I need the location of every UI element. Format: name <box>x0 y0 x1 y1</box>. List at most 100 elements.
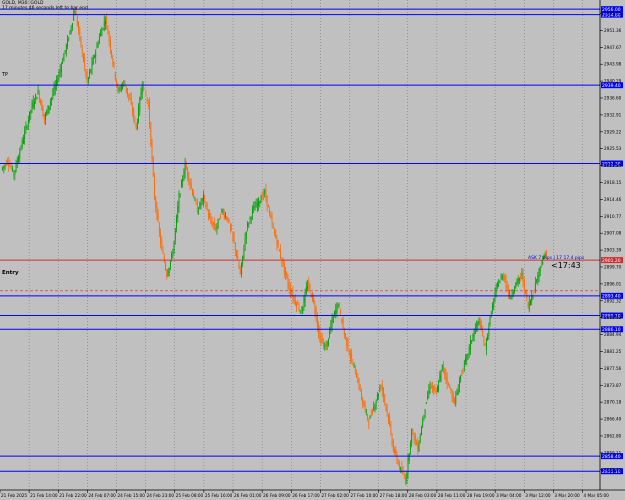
price-axis-label: 2862.80 <box>604 433 622 438</box>
candle-body <box>177 206 179 219</box>
candle-body <box>123 81 125 83</box>
candle-body <box>438 384 440 391</box>
candle-body <box>203 194 204 202</box>
candle-body <box>127 88 128 95</box>
candle-body <box>506 285 508 289</box>
candle-body <box>209 213 211 219</box>
candle-body <box>238 262 240 269</box>
candle-body <box>40 99 42 104</box>
candle-body <box>145 93 147 96</box>
candle-body <box>323 342 324 344</box>
candle-body <box>516 279 518 284</box>
candle-body <box>149 102 151 125</box>
candle-body <box>331 317 333 326</box>
candle-body <box>468 346 470 354</box>
candle-body <box>500 277 502 279</box>
candle-body <box>94 55 95 58</box>
candle-body <box>138 106 139 123</box>
price-axis-label: 2859.11 <box>604 450 622 455</box>
time-axis-label: 24 Feb 23:00 <box>147 493 175 498</box>
candle-body <box>385 403 387 408</box>
candle-body <box>80 36 82 47</box>
candle-body <box>327 338 329 346</box>
candle-body <box>270 215 272 218</box>
candle-body <box>305 287 307 294</box>
time-axis-label: 28 Feb 11:00 <box>438 493 466 498</box>
candle-body <box>400 467 402 470</box>
candle-body <box>90 69 92 73</box>
chart-window[interactable]: 2956.00 2954.80 2939.40 2922.30 2901.20 2893.… <box>0 0 625 500</box>
candle-body <box>120 86 122 88</box>
candle-body <box>3 165 5 168</box>
candle-body <box>538 268 540 277</box>
candle-body <box>216 225 218 230</box>
candle-body <box>430 385 432 389</box>
candle-body <box>220 216 222 218</box>
candle-body <box>288 283 290 291</box>
candle-body <box>31 102 33 111</box>
price-axis-label: 2940.29 <box>604 79 622 84</box>
candle-body <box>337 304 339 306</box>
candle-body <box>140 92 142 100</box>
candle-body <box>477 321 479 327</box>
time-axis-label: 24 Feb 07:00 <box>88 493 116 498</box>
candle-body <box>504 275 506 281</box>
candle-body <box>283 262 285 273</box>
candle-body <box>542 261 544 265</box>
price-axis-label: 2914.46 <box>604 197 622 202</box>
time-axis-label: 26 Feb 09:00 <box>263 493 291 498</box>
candle-body <box>444 368 446 376</box>
candle-body <box>119 89 121 91</box>
candle-body <box>179 193 181 195</box>
level-price-label: 2939.40 <box>602 83 621 89</box>
candle-body <box>256 202 258 209</box>
candle-body <box>527 303 529 307</box>
candle-body <box>114 72 116 80</box>
candle-body <box>182 179 184 183</box>
candle-body <box>139 97 141 112</box>
candle-body <box>316 316 318 327</box>
price-chart[interactable]: 2956.002954.802939.402922.302901.202893.… <box>0 0 625 500</box>
candle-body <box>278 249 280 252</box>
candle-body <box>389 416 391 426</box>
candle-body <box>228 221 230 223</box>
candle-body <box>501 275 503 281</box>
time-axis-label: 3 Mar 04:00 <box>496 493 522 498</box>
candle-body <box>391 434 393 444</box>
candle-body <box>196 203 198 214</box>
candle-body <box>346 337 348 347</box>
candle-body <box>495 286 497 293</box>
candle-body <box>372 411 373 414</box>
candle-body <box>358 380 360 389</box>
price-axis-label: 2955.05 <box>604 11 622 16</box>
candle-body <box>100 31 102 37</box>
candle-body <box>341 318 343 324</box>
countdown-text: <17:43 <box>551 261 581 270</box>
price-axis-label: 2866.49 <box>604 417 622 422</box>
candle-body <box>108 32 110 42</box>
candle-body <box>106 16 108 25</box>
candle-body <box>361 390 362 399</box>
candle-body <box>42 107 44 117</box>
candle-body <box>276 238 278 246</box>
candle-body <box>46 110 48 115</box>
candle-body <box>522 273 524 283</box>
time-axis-label: 21 Feb 2025 <box>1 493 27 498</box>
candle-body <box>510 296 512 300</box>
candle-body <box>29 111 30 121</box>
time-axis-label: 26 Feb 17:00 <box>292 493 320 498</box>
candle-body <box>180 180 182 188</box>
candle-body <box>353 366 355 368</box>
candle-body <box>178 194 180 209</box>
candle-body <box>398 463 400 469</box>
candle-body <box>9 165 11 167</box>
candle-body <box>141 85 143 94</box>
candle-body <box>432 385 433 388</box>
candle-body <box>520 276 522 278</box>
candle-body <box>298 307 300 310</box>
candle-body <box>231 229 233 231</box>
candle-body <box>397 462 399 464</box>
candle-body <box>299 310 301 312</box>
candle-body <box>471 340 473 342</box>
candle-body <box>541 264 542 266</box>
